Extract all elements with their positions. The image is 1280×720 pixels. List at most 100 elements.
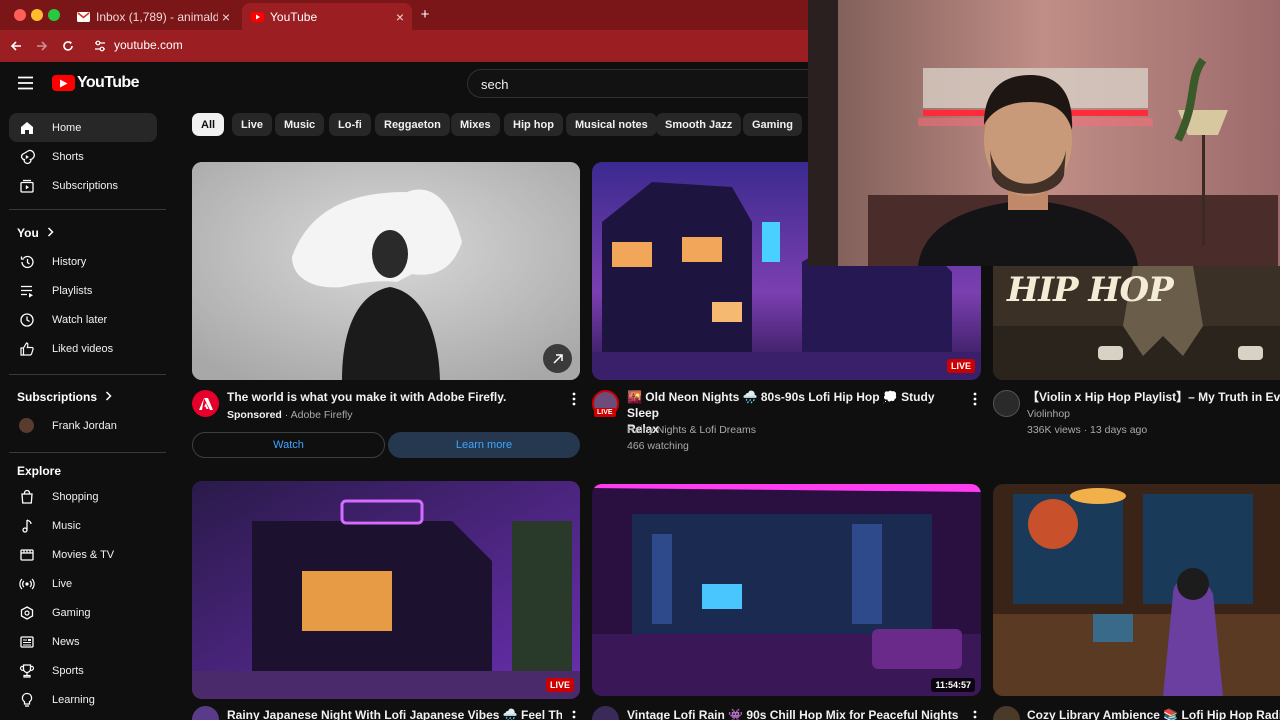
film-icon [18, 546, 35, 563]
sidebar-heading-label: You [17, 226, 39, 240]
sidebar-item-learning[interactable]: Learning [9, 685, 157, 714]
gamepad-icon [18, 604, 35, 621]
sidebar-you-heading[interactable]: You [17, 226, 54, 240]
sidebar-item-shorts[interactable]: Shorts [9, 142, 157, 171]
browser-tab-bar: Inbox (1,789) - animaldemos × YouTube × … [0, 0, 808, 30]
video-thumbnail[interactable] [192, 162, 580, 380]
thumbnail-text: HIP HOP [1007, 270, 1174, 310]
more-options-icon[interactable] [973, 710, 977, 720]
sidebar-item-sports[interactable]: Sports [9, 656, 157, 685]
sidebar-item-gaming[interactable]: Gaming [9, 598, 157, 627]
channel-name[interactable]: Rainy Nights & Lofi Dreams [627, 424, 756, 436]
address-bar: youtube.com [0, 30, 808, 62]
video-title[interactable]: Rainy Japanese Night With Lofi Japanese … [227, 707, 562, 720]
url-field[interactable]: youtube.com [114, 38, 183, 52]
video-thumbnail[interactable]: LIVE [192, 481, 580, 699]
close-window-button[interactable] [14, 9, 26, 21]
shopping-bag-icon [18, 488, 35, 505]
browser-tab-gmail[interactable]: Inbox (1,789) - animaldemos × [68, 3, 238, 30]
sidebar-item-history[interactable]: History [9, 247, 157, 276]
maximize-window-button[interactable] [48, 9, 60, 21]
chip-hip-hop[interactable]: Hip hop [504, 113, 563, 136]
new-tab-icon[interactable]: + [416, 5, 434, 23]
sidebar-divider [9, 452, 166, 453]
more-options-icon[interactable] [572, 392, 576, 406]
sidebar-item-label: Learning [52, 693, 95, 706]
forward-icon[interactable] [33, 37, 51, 55]
sidebar-item-label: Sports [52, 664, 84, 677]
chip-reggaeton[interactable]: Reggaeton [375, 113, 450, 136]
reload-icon[interactable] [59, 37, 77, 55]
adobe-avatar[interactable] [192, 390, 219, 417]
sidebar-item-watch-later[interactable]: Watch later [9, 305, 157, 334]
channel-avatar[interactable] [993, 390, 1020, 417]
video-thumbnail[interactable] [993, 484, 1280, 696]
chip-musical-notes[interactable]: Musical notes [566, 113, 657, 136]
sidebar-subscriptions-heading[interactable]: Subscriptions [17, 390, 112, 404]
youtube-icon [250, 10, 264, 24]
chip-music[interactable]: Music [275, 113, 325, 136]
channel-avatar[interactable] [993, 706, 1020, 720]
music-note-icon [18, 517, 35, 534]
sidebar-item-news[interactable]: News [9, 627, 157, 656]
video-title[interactable]: Vintage Lofi Rain 👾 90s Chill Hop Mix fo… [627, 707, 962, 720]
video-stats: 336K views · 13 days ago [1027, 424, 1148, 436]
close-tab-icon[interactable]: × [396, 9, 404, 25]
video-title[interactable]: 【Violin x Hip Hop Playlist】– My Truth in… [1027, 389, 1280, 405]
sidebar-item-frank-jordan[interactable]: Frank Jordan [9, 411, 157, 440]
external-link-icon[interactable] [543, 344, 572, 373]
chip-all[interactable]: All [192, 113, 225, 136]
channel-avatar[interactable] [592, 706, 619, 720]
logo-text: YouTube [77, 74, 139, 91]
back-icon[interactable] [7, 37, 25, 55]
search-input[interactable]: sech [467, 69, 827, 98]
browser-tab-youtube[interactable]: YouTube × [242, 3, 412, 30]
chip-mixes[interactable]: Mixes [451, 113, 500, 136]
video-thumbnail[interactable]: 11:54:57 [592, 484, 981, 696]
sidebar-item-label: Movies & TV [52, 548, 115, 561]
webcam-feed [808, 0, 1280, 266]
more-options-icon[interactable] [973, 392, 977, 406]
sidebar-item-label: Gaming [52, 606, 91, 619]
chip-live[interactable]: Live [232, 113, 273, 136]
sidebar-item-shopping[interactable]: Shopping [9, 482, 157, 511]
playlists-icon [18, 282, 35, 299]
search-query: sech [481, 77, 509, 92]
watch-button[interactable]: Watch [192, 432, 385, 458]
sidebar-item-music[interactable]: Music [9, 511, 157, 540]
sidebar-item-home[interactable]: Home [9, 113, 157, 142]
sidebar-item-label: Subscriptions [52, 179, 119, 192]
sidebar-item-label: Playlists [52, 284, 93, 297]
chip-smooth-jazz[interactable]: Smooth Jazz [656, 113, 742, 136]
thumbnail-art [993, 484, 1280, 696]
chip-lofi[interactable]: Lo-fi [329, 113, 371, 136]
sidebar-divider [9, 209, 166, 210]
sidebar-item-playlists[interactable]: Playlists [9, 276, 157, 305]
channel-avatar[interactable] [192, 706, 219, 720]
sidebar-item-label: Shorts [52, 150, 84, 163]
video-title[interactable]: Cozy Library Ambience 📚 Lofi Hip Hop Rad… [1027, 707, 1280, 720]
sponsored-label: Sponsored [227, 409, 282, 421]
youtube-logo[interactable]: YouTube [52, 74, 139, 92]
more-options-icon[interactable] [572, 710, 576, 720]
sidebar-item-movies-tv[interactable]: Movies & TV [9, 540, 157, 569]
live-badge: LIVE [545, 678, 574, 692]
close-tab-icon[interactable]: × [222, 9, 230, 25]
minimize-window-button[interactable] [31, 9, 43, 21]
channel-name[interactable]: Adobe Firefly [291, 409, 353, 421]
chip-gaming[interactable]: Gaming [743, 113, 802, 136]
learn-more-button[interactable]: Learn more [388, 432, 580, 458]
sidebar-item-label: Live [52, 577, 73, 590]
gmail-icon [76, 10, 90, 24]
sidebar: Home Shorts Subscriptions You History Pl… [0, 106, 170, 720]
sidebar-item-live[interactable]: Live [9, 569, 157, 598]
site-settings-icon[interactable] [91, 37, 109, 55]
sidebar-item-liked-videos[interactable]: Liked videos [9, 334, 157, 363]
webcam-overlay [808, 0, 1280, 266]
sidebar-item-label: Music [52, 519, 81, 532]
video-title[interactable]: The world is what you make it with Adobe… [227, 389, 562, 405]
sidebar-item-subscriptions[interactable]: Subscriptions [9, 171, 157, 200]
video-thumbnail[interactable]: HIP HOP [993, 266, 1280, 380]
channel-name[interactable]: Violinhop [1027, 408, 1070, 420]
hamburger-menu-icon[interactable] [17, 76, 35, 90]
